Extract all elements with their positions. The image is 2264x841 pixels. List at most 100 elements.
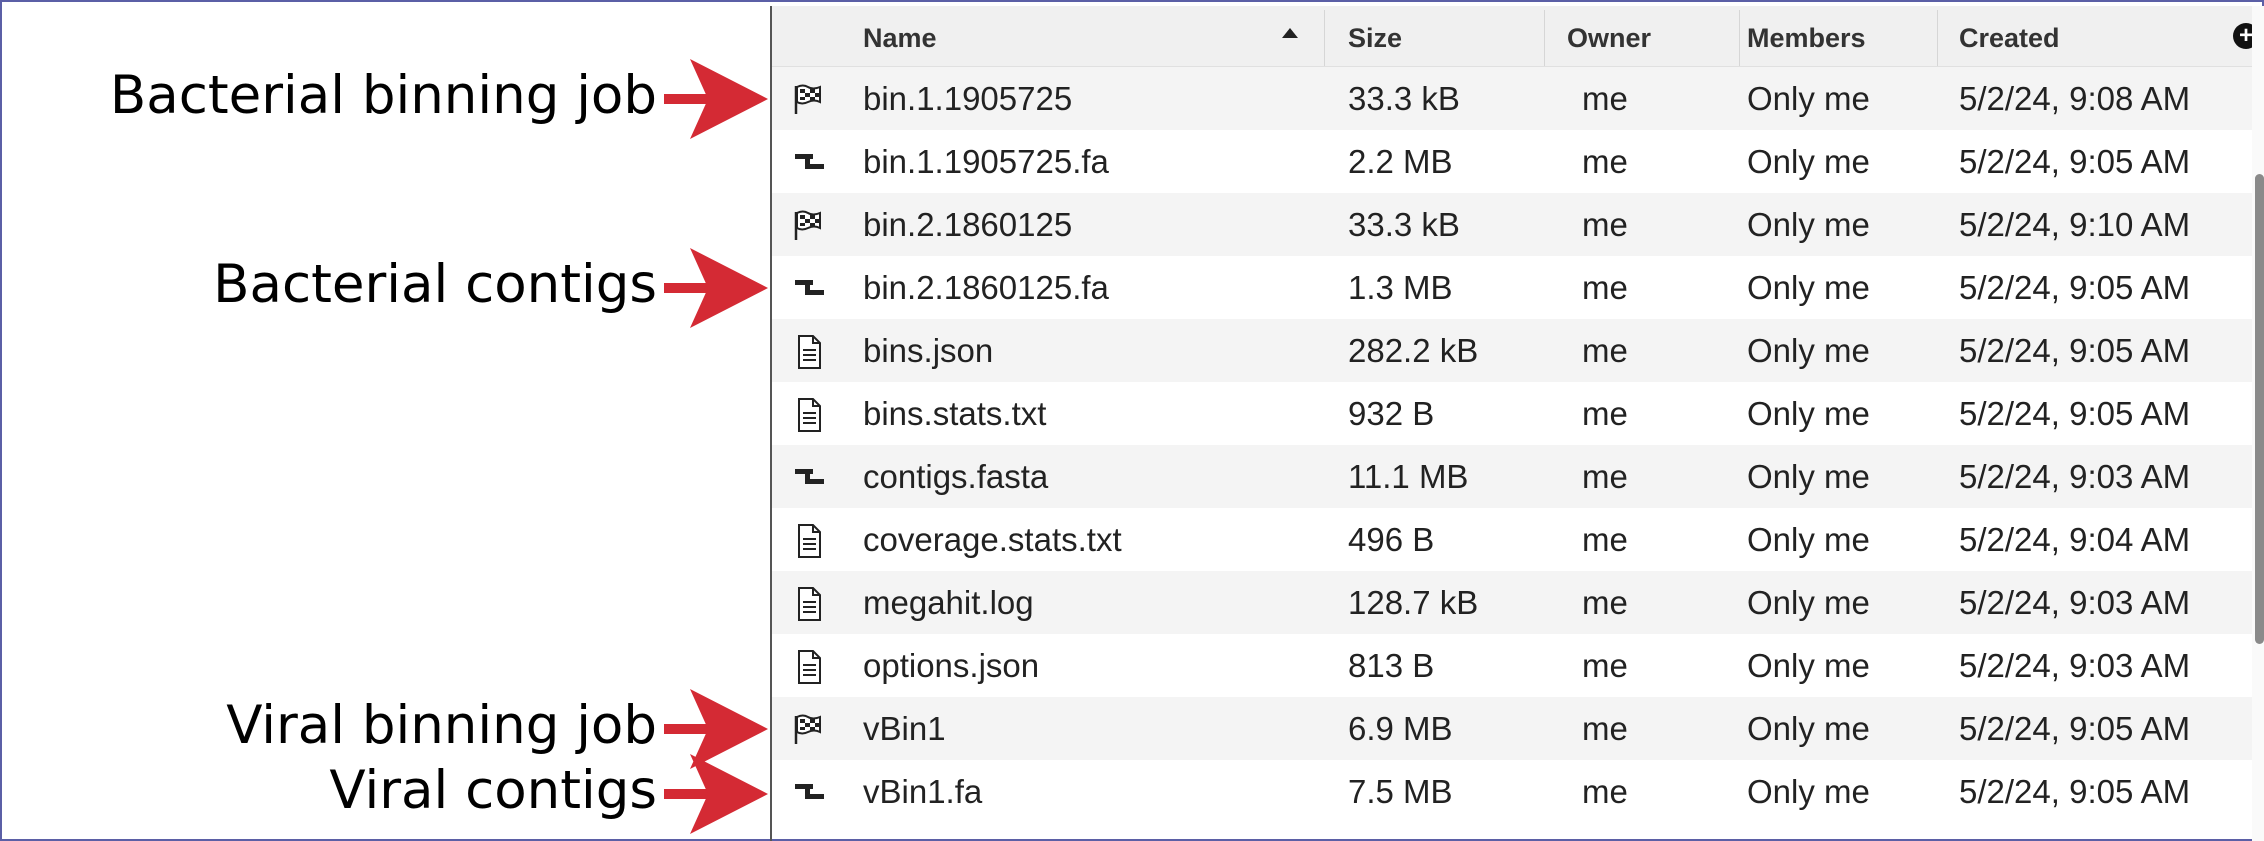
file-size: 282.2 kB <box>1348 332 1479 369</box>
file-name[interactable]: vBin1.fa <box>863 760 982 823</box>
column-divider[interactable] <box>1937 10 1938 66</box>
file-name[interactable]: bin.1.1905725.fa <box>863 130 1109 193</box>
file-size: 11.1 MB <box>1348 458 1469 495</box>
job-flag-icon <box>791 713 827 747</box>
file-owner: me <box>1582 80 1628 117</box>
file-created: 5/2/24, 9:05 AM <box>1959 773 2191 810</box>
file-members: Only me <box>1747 206 1870 243</box>
file-created: 5/2/24, 9:03 AM <box>1959 458 2191 495</box>
file-name[interactable]: vBin1 <box>863 697 946 760</box>
file-owner: me <box>1582 773 1628 810</box>
table-row[interactable]: bin.1.1905725 33.3 kB me Only me 5/2/24, 9:0… <box>772 67 2252 130</box>
file-browser-panel: Name Size Owner Members Created + bin.1.… <box>770 6 2264 841</box>
job-flag-icon <box>791 83 827 117</box>
table-row[interactable]: contigs.fasta 11.1 MB me Only me 5/2/24, 9:0… <box>772 445 2252 508</box>
file-created: 5/2/24, 9:05 AM <box>1959 710 2191 747</box>
table-row[interactable]: vBin1 6.9 MB me Only me 5/2/24, 9:05 AM <box>772 697 2252 760</box>
job-flag-icon <box>791 209 827 243</box>
file-members: Only me <box>1747 773 1870 810</box>
file-owner: me <box>1582 206 1628 243</box>
file-size: 813 B <box>1348 647 1435 684</box>
vertical-scrollbar[interactable] <box>2252 6 2264 841</box>
file-members: Only me <box>1747 710 1870 747</box>
arrow-right-icon <box>662 246 770 330</box>
file-created: 5/2/24, 9:08 AM <box>1959 80 2191 117</box>
file-name[interactable]: contigs.fasta <box>863 445 1048 508</box>
table-row[interactable]: megahit.log 128.7 kB me Only me 5/2/24, 9:03… <box>772 571 2252 634</box>
file-size: 33.3 kB <box>1348 80 1460 117</box>
contigs-icon <box>791 272 827 306</box>
file-created: 5/2/24, 9:04 AM <box>1959 521 2191 558</box>
file-created: 5/2/24, 9:05 AM <box>1959 332 2191 369</box>
file-members: Only me <box>1747 143 1870 180</box>
file-size: 2.2 MB <box>1348 143 1453 180</box>
file-created: 5/2/24, 9:03 AM <box>1959 647 2191 684</box>
table-row[interactable]: bin.2.1860125.fa 1.3 MB me Only me 5/2/24, 9… <box>772 256 2252 319</box>
file-created: 5/2/24, 9:03 AM <box>1959 584 2191 621</box>
column-header-created[interactable]: Created <box>1959 6 2060 66</box>
file-owner: me <box>1582 269 1628 306</box>
file-members: Only me <box>1747 269 1870 306</box>
file-size: 6.9 MB <box>1348 710 1453 747</box>
file-name[interactable]: bin.1.1905725 <box>863 67 1072 130</box>
contigs-icon <box>791 776 827 810</box>
table-row[interactable]: bin.1.1905725.fa 2.2 MB me Only me 5/2/24, 9… <box>772 130 2252 193</box>
file-name[interactable]: bins.json <box>863 319 993 382</box>
file-size: 7.5 MB <box>1348 773 1453 810</box>
scrollbar-thumb[interactable] <box>2255 174 2264 644</box>
file-size: 33.3 kB <box>1348 206 1460 243</box>
table-row[interactable]: bin.2.1860125 33.3 kB me Only me 5/2/24, 9:1… <box>772 193 2252 256</box>
column-header-name[interactable]: Name <box>863 6 937 66</box>
file-members: Only me <box>1747 647 1870 684</box>
document-icon <box>791 335 827 369</box>
document-icon <box>791 587 827 621</box>
file-members: Only me <box>1747 395 1870 432</box>
file-members: Only me <box>1747 584 1870 621</box>
file-members: Only me <box>1747 80 1870 117</box>
file-created: 5/2/24, 9:05 AM <box>1959 395 2191 432</box>
file-size: 496 B <box>1348 521 1435 558</box>
column-header-size[interactable]: Size <box>1348 6 1402 66</box>
document-icon <box>791 398 827 432</box>
column-divider[interactable] <box>1739 10 1740 66</box>
annotation-label: Bacterial contigs <box>213 253 657 315</box>
file-name[interactable]: bin.2.1860125 <box>863 193 1072 256</box>
file-name[interactable]: bins.stats.txt <box>863 382 1046 445</box>
column-divider[interactable] <box>1544 10 1545 66</box>
file-owner: me <box>1582 332 1628 369</box>
file-members: Only me <box>1747 521 1870 558</box>
table-row[interactable]: coverage.stats.txt 496 B me Only me 5/2/24, … <box>772 508 2252 571</box>
annotation-label: Bacterial binning job <box>109 64 657 126</box>
file-owner: me <box>1582 647 1628 684</box>
arrow-right-icon <box>662 752 770 836</box>
table-row[interactable]: bins.stats.txt 932 B me Only me 5/2/24, 9:05… <box>772 382 2252 445</box>
file-size: 1.3 MB <box>1348 269 1453 306</box>
table-row[interactable]: options.json 813 B me Only me 5/2/24, 9:03 A… <box>772 634 2252 697</box>
file-owner: me <box>1582 584 1628 621</box>
file-name[interactable]: options.json <box>863 634 1039 697</box>
file-name[interactable]: coverage.stats.txt <box>863 508 1122 571</box>
annotation-label: Viral binning job <box>226 694 657 756</box>
file-name[interactable]: bin.2.1860125.fa <box>863 256 1109 319</box>
table-header: Name Size Owner Members Created + <box>772 6 2259 67</box>
file-owner: me <box>1582 143 1628 180</box>
contigs-icon <box>791 461 827 495</box>
file-created: 5/2/24, 9:05 AM <box>1959 143 2191 180</box>
file-created: 5/2/24, 9:10 AM <box>1959 206 2191 243</box>
file-members: Only me <box>1747 332 1870 369</box>
file-size: 932 B <box>1348 395 1435 432</box>
column-header-members[interactable]: Members <box>1747 6 1866 66</box>
file-owner: me <box>1582 710 1628 747</box>
file-members: Only me <box>1747 458 1870 495</box>
file-name[interactable]: megahit.log <box>863 571 1034 634</box>
annotation-label: Viral contigs <box>329 759 657 821</box>
sort-ascending-icon[interactable] <box>1282 28 1298 38</box>
file-created: 5/2/24, 9:05 AM <box>1959 269 2191 306</box>
file-owner: me <box>1582 458 1628 495</box>
document-icon <box>791 650 827 684</box>
column-divider[interactable] <box>1324 10 1325 66</box>
column-header-owner[interactable]: Owner <box>1567 6 1651 66</box>
file-size: 128.7 kB <box>1348 584 1479 621</box>
table-row[interactable]: vBin1.fa 7.5 MB me Only me 5/2/24, 9:05 AM <box>772 760 2252 823</box>
table-row[interactable]: bins.json 282.2 kB me Only me 5/2/24, 9:05 A… <box>772 319 2252 382</box>
